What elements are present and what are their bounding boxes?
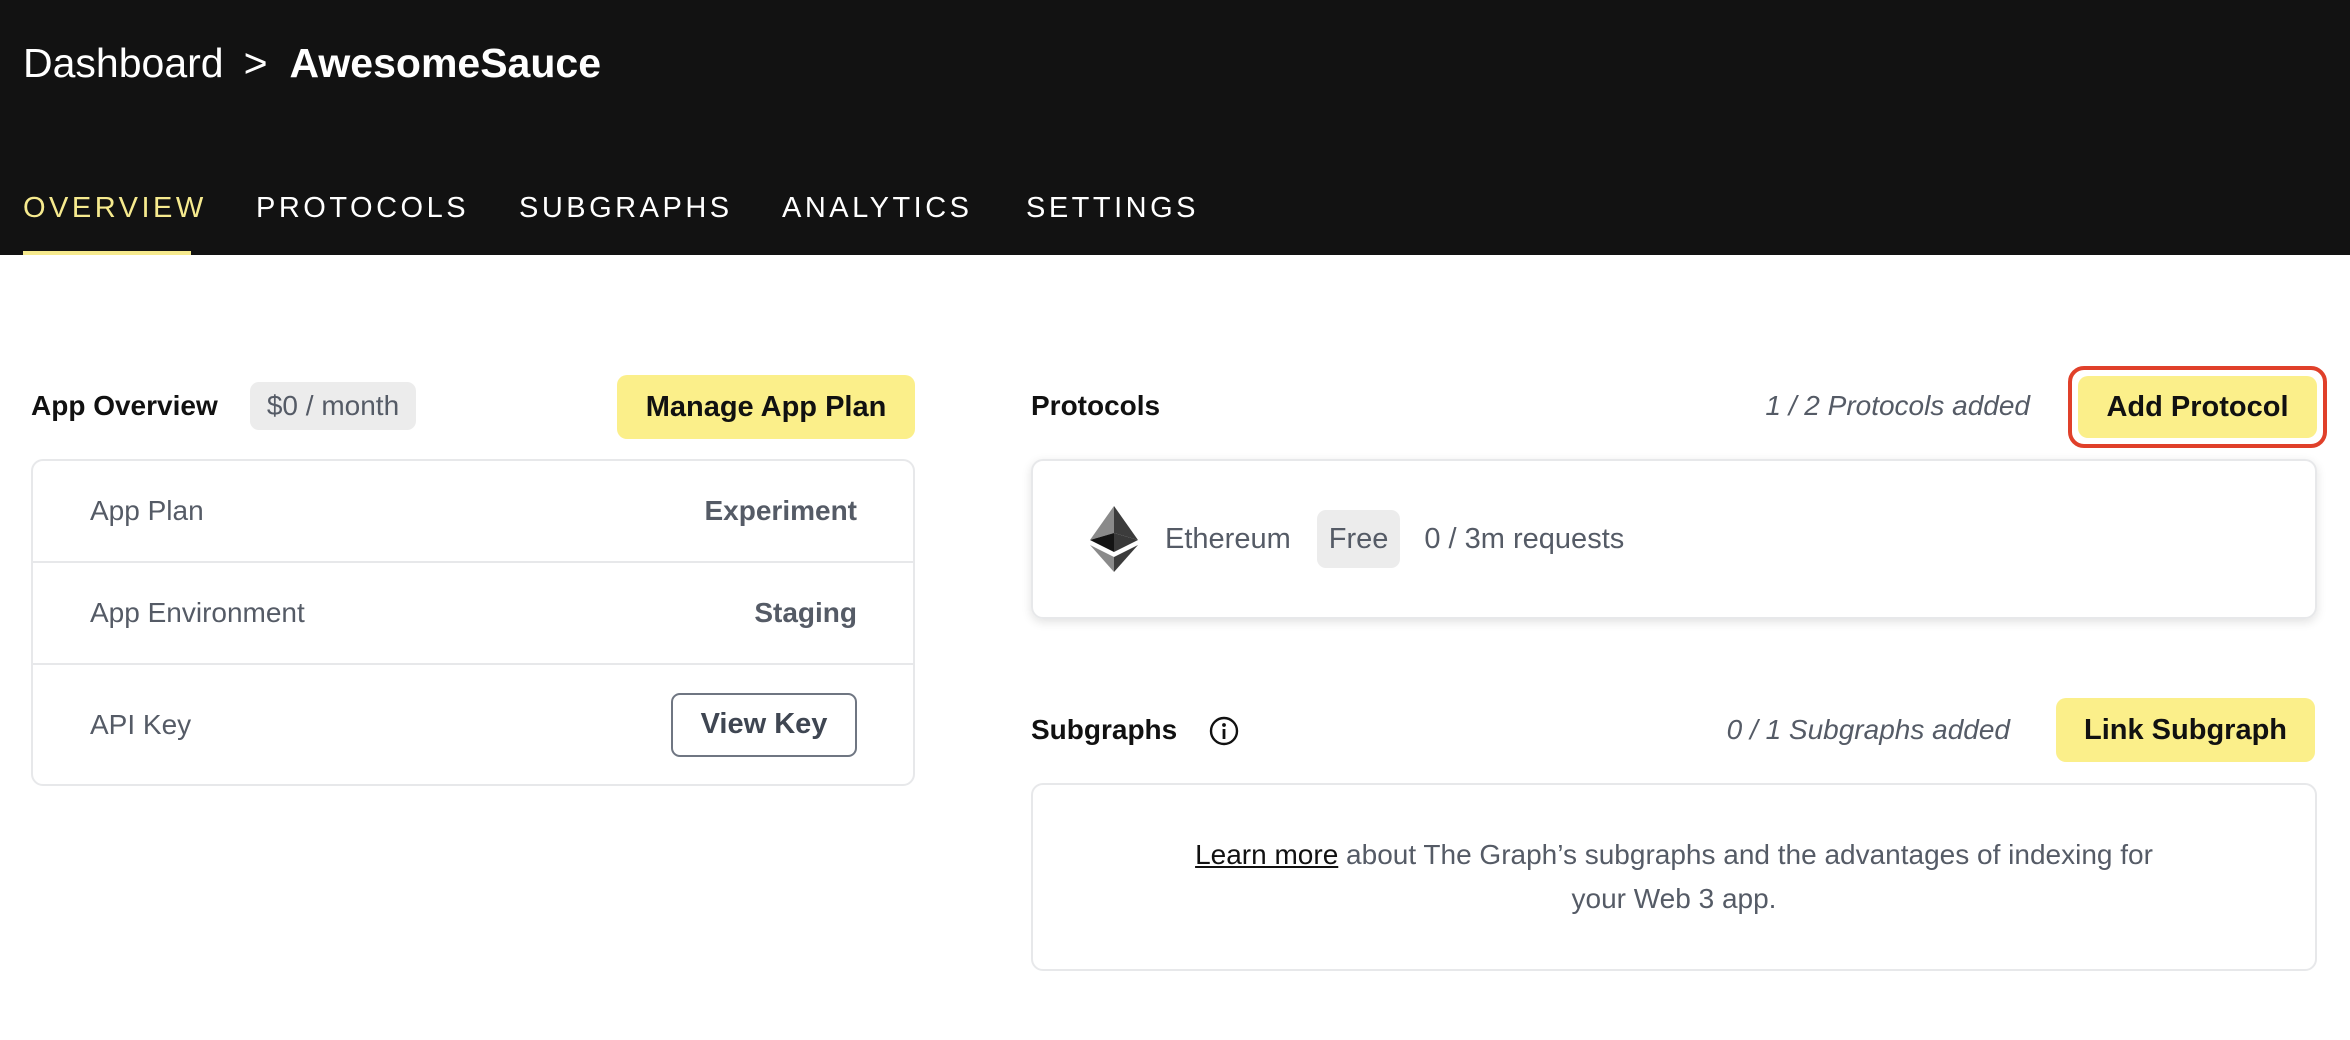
app-environment-label: App Environment [90,597,305,628]
add-protocol-highlight: Add Protocol [2068,366,2327,448]
app-plan-value: Experiment [704,495,858,526]
link-subgraph-button[interactable]: Link Subgraph [2056,698,2315,762]
breadcrumb-current-app: AwesomeSauce [289,40,601,86]
learn-more-link[interactable]: Learn more [1195,839,1338,870]
app-plan-row: App Plan Experiment [33,461,913,563]
subgraphs-title: Subgraphs [1031,714,1178,745]
api-key-label: API Key [90,708,192,740]
subgraphs-empty-card: Learn more about The Graph’s subgraphs a… [1031,783,2317,971]
tab-overview[interactable]: OVERVIEW [23,180,203,255]
tab-protocols[interactable]: PROTOCOLS [256,180,466,255]
protocol-name: Ethereum [1165,522,1291,555]
tab-analytics[interactable]: ANALYTICS [782,180,969,255]
subgraphs-count: 0 / 1 Subgraphs added [1726,714,2010,745]
subgraphs-description: Learn more about The Graph’s subgraphs a… [1174,833,2174,921]
app-plan-label: App Plan [90,495,204,526]
protocol-tier-badge: Free [1316,510,1401,568]
ethereum-icon [1090,506,1138,572]
protocol-card-ethereum: Ethereum Free 0 / 3m requests [1031,459,2317,619]
tab-settings[interactable]: SETTINGS [1026,180,1196,255]
protocols-count: 1 / 2 Protocols added [1765,390,2030,421]
app-details-card: App Plan Experiment App Environment Stag… [31,459,915,786]
api-key-row: API Key View Key [33,665,913,784]
add-protocol-button[interactable]: Add Protocol [2078,376,2317,438]
breadcrumb-separator: > [243,40,268,86]
app-environment-row: App Environment Staging [33,563,913,665]
breadcrumb: Dashboard > AwesomeSauce [23,38,601,88]
manage-app-plan-button[interactable]: Manage App Plan [617,375,915,439]
breadcrumb-dashboard-link[interactable]: Dashboard [23,38,224,88]
subgraphs-description-text: about The Graph’s subgraphs and the adva… [1338,839,2153,914]
view-key-button[interactable]: View Key [671,692,857,757]
protocols-title: Protocols [1031,390,1161,421]
top-header: Dashboard > AwesomeSauce OVERVIEW PROTOC… [0,0,2350,255]
app-overview-title: App Overview [31,390,218,421]
protocol-usage: 0 / 3m requests [1424,522,1625,555]
app-environment-value: Staging [754,597,857,628]
info-icon[interactable] [1209,716,1239,746]
price-badge: $0 / month [250,382,416,430]
tab-subgraphs[interactable]: SUBGRAPHS [519,180,729,255]
